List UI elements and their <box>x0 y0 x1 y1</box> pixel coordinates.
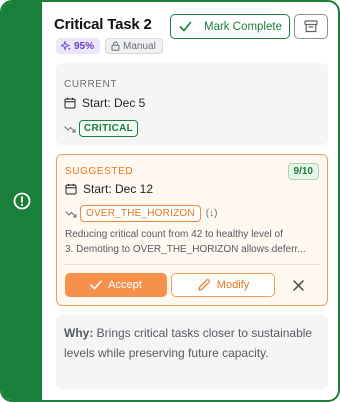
suggestion-reason: Reducing critical count from 42 to healt… <box>65 227 321 257</box>
sparkles-icon <box>61 41 71 51</box>
modify-button[interactable]: Modify <box>171 273 275 297</box>
suggested-label: SUGGESTED <box>65 166 134 177</box>
mode-badge: Manual <box>105 38 163 54</box>
reason-line-2: 3. Demoting to OVER_THE_HORIZON allows d… <box>65 244 306 255</box>
status-rail <box>2 2 42 400</box>
confidence-badge: 95% <box>56 38 101 54</box>
current-status-row: CRITICAL <box>64 120 139 137</box>
suggestion-actions: Accept Modify <box>65 273 317 297</box>
divider <box>65 264 319 265</box>
suggested-status-row: OVER_THE_HORIZON (↓) <box>65 205 217 222</box>
current-section: CURRENT Start: Dec 5 CRITICAL <box>56 63 328 145</box>
archive-button[interactable] <box>294 14 328 39</box>
lock-icon <box>111 41 120 51</box>
mark-complete-button[interactable]: Mark Complete <box>170 14 290 39</box>
direction-indicator: (↓) <box>205 208 218 219</box>
alert-circle-icon <box>13 192 31 210</box>
check-icon <box>179 21 192 32</box>
suggested-start: Start: Dec 12 <box>83 182 154 196</box>
mark-complete-label: Mark Complete <box>204 20 282 33</box>
task-badges: 95% Manual <box>56 38 163 54</box>
current-start-row: Start: Dec 5 <box>64 96 145 110</box>
suggested-start-row: Start: Dec 12 <box>65 182 153 196</box>
why-label: Why: <box>64 326 94 340</box>
suggested-status-tag: OVER_THE_HORIZON <box>80 205 201 222</box>
reason-line-1: Reducing critical count from 42 to healt… <box>65 229 283 240</box>
calendar-icon <box>65 183 77 195</box>
modify-label: Modify <box>216 279 250 291</box>
mode-value: Manual <box>123 40 156 52</box>
pencil-icon <box>198 279 210 291</box>
close-icon <box>292 279 304 291</box>
why-text: Brings critical tasks closer to sustaina… <box>64 326 313 360</box>
trend-icon <box>65 210 77 217</box>
suggested-section: SUGGESTED 9/10 Start: Dec 12 OVER_THE_HO… <box>56 154 328 306</box>
current-label: CURRENT <box>64 79 118 90</box>
confidence-value: 95% <box>74 40 95 52</box>
trend-icon <box>64 125 76 132</box>
accept-label: Accept <box>108 279 142 291</box>
score-badge: 9/10 <box>287 163 319 180</box>
archive-icon <box>304 20 318 33</box>
check-icon <box>90 280 102 290</box>
accept-button[interactable]: Accept <box>65 273 167 297</box>
current-status-tag: CRITICAL <box>79 120 139 137</box>
task-card: Critical Task 2 Mark Complete 95% Manual… <box>0 0 340 402</box>
calendar-icon <box>64 97 76 109</box>
dismiss-button[interactable] <box>279 273 317 297</box>
task-title: Critical Task 2 <box>54 16 152 33</box>
why-section: Why: Brings critical tasks closer to sus… <box>56 315 328 389</box>
current-start: Start: Dec 5 <box>82 96 146 110</box>
